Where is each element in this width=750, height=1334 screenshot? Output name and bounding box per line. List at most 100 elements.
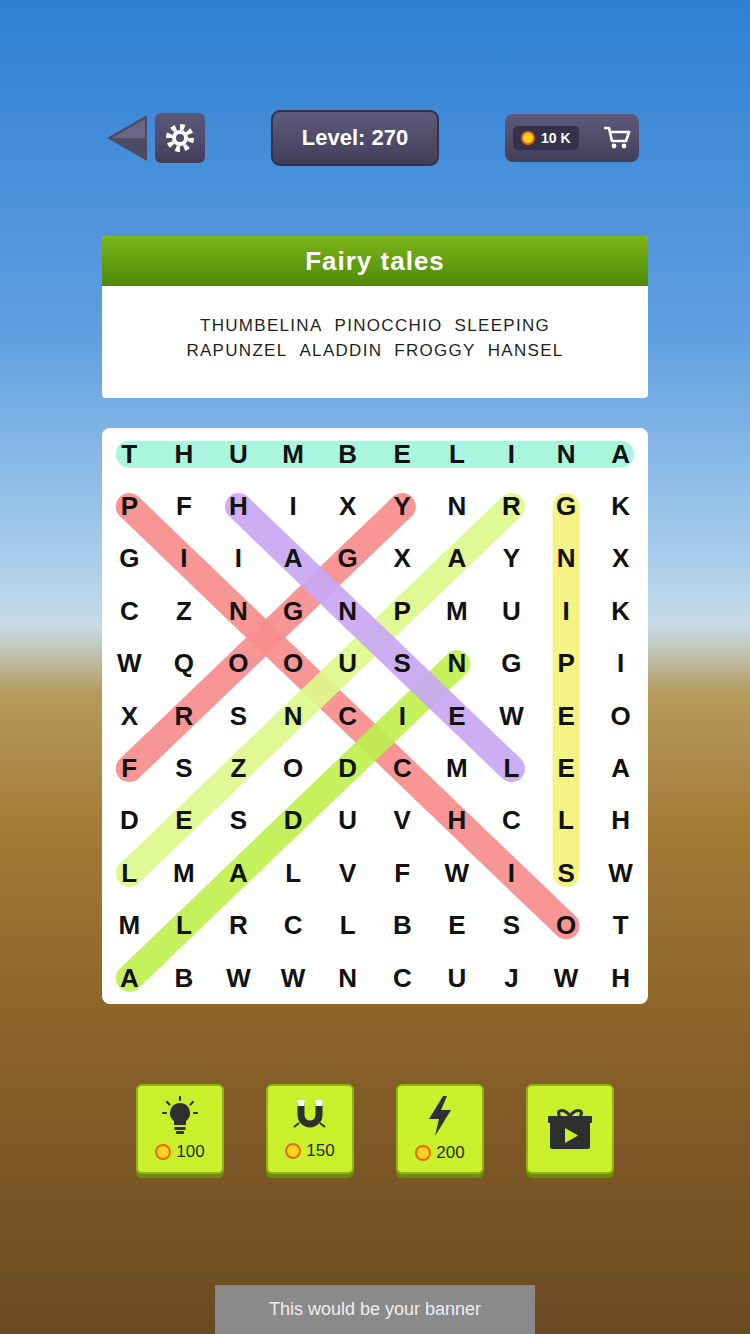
letter-cell[interactable]: W (484, 690, 539, 742)
letter-cell[interactable]: X (593, 533, 648, 585)
ad-banner[interactable]: This would be your banner (215, 1285, 535, 1334)
letter-cell[interactable]: J (484, 952, 539, 1004)
letter-cell[interactable]: E (539, 690, 594, 742)
letter-cell[interactable]: N (211, 585, 266, 637)
letter-cell[interactable]: X (320, 480, 375, 532)
letter-cell[interactable]: W (102, 638, 157, 690)
letter-cell[interactable]: I (266, 480, 321, 532)
letter-cell[interactable]: S (539, 847, 594, 899)
letter-cell[interactable]: Z (157, 585, 212, 637)
letter-cell[interactable]: U (320, 795, 375, 847)
letter-cell[interactable]: L (484, 742, 539, 794)
letter-cell[interactable]: W (430, 847, 485, 899)
letter-cell[interactable]: F (102, 742, 157, 794)
letter-cell[interactable]: W (266, 952, 321, 1004)
letter-cell[interactable]: C (375, 742, 430, 794)
letter-cell[interactable]: S (211, 690, 266, 742)
letter-cell[interactable]: P (539, 638, 594, 690)
letter-cell[interactable]: I (484, 428, 539, 480)
letter-cell[interactable]: V (320, 847, 375, 899)
letter-cell[interactable]: M (430, 742, 485, 794)
letter-cell[interactable]: A (266, 533, 321, 585)
letter-cell[interactable]: N (266, 690, 321, 742)
letter-cell[interactable]: S (484, 900, 539, 952)
letter-board[interactable]: THUMBELINAPFHIXYNRGKGIIAGXAYNXCZNGNPMUIK… (102, 428, 648, 1004)
letter-cell[interactable]: E (539, 742, 594, 794)
letter-cell[interactable]: Y (375, 480, 430, 532)
letter-cell[interactable]: A (430, 533, 485, 585)
letter-cell[interactable]: W (539, 952, 594, 1004)
letter-cell[interactable]: A (211, 847, 266, 899)
letter-cell[interactable]: R (484, 480, 539, 532)
letter-cell[interactable]: O (539, 900, 594, 952)
lightning-button[interactable]: 200 (396, 1084, 484, 1174)
letter-cell[interactable]: A (102, 952, 157, 1004)
letter-cell[interactable]: C (266, 900, 321, 952)
letter-cell[interactable]: I (593, 638, 648, 690)
letter-cell[interactable]: H (430, 795, 485, 847)
letter-cell[interactable]: R (211, 900, 266, 952)
settings-button[interactable] (155, 113, 205, 163)
letter-cell[interactable]: H (593, 952, 648, 1004)
letter-cell[interactable]: C (375, 952, 430, 1004)
letter-cell[interactable]: M (430, 585, 485, 637)
letter-cell[interactable]: L (539, 795, 594, 847)
letter-cell[interactable]: E (157, 795, 212, 847)
letter-cell[interactable]: D (320, 742, 375, 794)
letter-cell[interactable]: I (211, 533, 266, 585)
letter-cell[interactable]: K (593, 585, 648, 637)
letter-cell[interactable]: G (102, 533, 157, 585)
letter-cell[interactable]: Z (211, 742, 266, 794)
letter-cell[interactable]: S (211, 795, 266, 847)
letter-cell[interactable]: E (430, 900, 485, 952)
letter-cell[interactable]: H (593, 795, 648, 847)
letter-cell[interactable]: I (157, 533, 212, 585)
letter-cell[interactable]: N (539, 533, 594, 585)
letter-cell[interactable]: M (102, 900, 157, 952)
letter-cell[interactable]: O (211, 638, 266, 690)
letter-cell[interactable]: G (539, 480, 594, 532)
letter-cell[interactable]: D (266, 795, 321, 847)
letter-cell[interactable]: C (102, 585, 157, 637)
coin-shop-button[interactable]: 10 K (505, 114, 639, 162)
letter-cell[interactable]: C (320, 690, 375, 742)
letter-cell[interactable]: P (102, 480, 157, 532)
letter-cell[interactable]: I (539, 585, 594, 637)
letter-cell[interactable]: L (102, 847, 157, 899)
letter-cell[interactable]: O (593, 690, 648, 742)
letter-cell[interactable]: G (266, 585, 321, 637)
letter-cell[interactable]: C (484, 795, 539, 847)
letter-cell[interactable]: E (375, 428, 430, 480)
letter-cell[interactable]: U (211, 428, 266, 480)
letter-cell[interactable]: F (375, 847, 430, 899)
letter-cell[interactable]: B (320, 428, 375, 480)
letter-cell[interactable]: S (157, 742, 212, 794)
letter-cell[interactable]: T (593, 900, 648, 952)
letter-cell[interactable]: W (211, 952, 266, 1004)
letter-cell[interactable]: X (375, 533, 430, 585)
letter-cell[interactable]: L (157, 900, 212, 952)
letter-cell[interactable]: T (102, 428, 157, 480)
letter-cell[interactable]: K (593, 480, 648, 532)
letter-cell[interactable]: F (157, 480, 212, 532)
letter-cell[interactable]: G (484, 638, 539, 690)
letter-cell[interactable]: A (593, 428, 648, 480)
letter-cell[interactable]: O (266, 742, 321, 794)
gift-button[interactable] (526, 1084, 614, 1174)
letter-cell[interactable]: D (102, 795, 157, 847)
letter-cell[interactable]: U (484, 585, 539, 637)
letter-cell[interactable]: Q (157, 638, 212, 690)
letter-cell[interactable]: R (157, 690, 212, 742)
letter-cell[interactable]: A (593, 742, 648, 794)
letter-cell[interactable]: W (593, 847, 648, 899)
letter-cell[interactable]: G (320, 533, 375, 585)
letter-cell[interactable]: H (157, 428, 212, 480)
hint-button[interactable]: 100 (136, 1084, 224, 1174)
letter-cell[interactable]: U (320, 638, 375, 690)
letter-cell[interactable]: S (375, 638, 430, 690)
letter-cell[interactable]: I (484, 847, 539, 899)
letter-cell[interactable]: L (266, 847, 321, 899)
letter-cell[interactable]: U (430, 952, 485, 1004)
letter-cell[interactable]: B (375, 900, 430, 952)
letter-cell[interactable]: P (375, 585, 430, 637)
